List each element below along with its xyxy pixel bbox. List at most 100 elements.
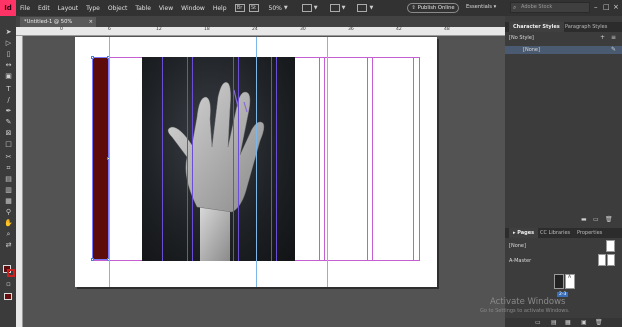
selection-tool-icon[interactable]: ➤ [4, 28, 13, 36]
arrange-documents-icon[interactable] [357, 4, 368, 12]
zoom-tool-icon[interactable]: ⌕ [4, 230, 13, 238]
document-page[interactable] [75, 37, 437, 287]
ruler-guide[interactable] [327, 37, 328, 287]
vertical-ruler[interactable] [16, 36, 23, 327]
tools-panel: ➤ ▷ ▯ ↔ ▣ T / ✒ ✎ ⊠ □ ✂ ⌗ ▤ ▥ ▦ ⚲ ✋ ⌕ ⇄ … [0, 16, 16, 327]
a-master-thumbnail-right[interactable] [607, 254, 615, 266]
page-tool-icon[interactable]: ▯ [4, 50, 13, 58]
ruler-guide[interactable] [109, 37, 110, 287]
stroke-swatch[interactable] [7, 269, 15, 277]
close-tab-icon[interactable]: × [89, 17, 93, 27]
zoom-level[interactable]: 50% [269, 5, 282, 12]
page-2-thumbnail[interactable] [554, 274, 564, 289]
tab-properties[interactable]: Properties [573, 228, 606, 238]
tab-cc-libraries[interactable]: CC Libraries [536, 228, 574, 238]
ruler-guide[interactable] [256, 37, 257, 287]
tab-paragraph-styles[interactable]: Paragraph Styles [561, 22, 611, 32]
rectangle-tool-icon[interactable]: □ [4, 140, 13, 148]
ruler-tick: 42 [396, 27, 402, 32]
stock-icon[interactable]: St [248, 4, 259, 12]
new-style-icon[interactable]: ▭ [593, 216, 599, 223]
column-guide [238, 57, 239, 261]
menu-help[interactable]: Help [209, 5, 231, 12]
minimize-icon[interactable]: – [594, 3, 598, 11]
hand-photo-frame[interactable] [142, 57, 295, 261]
menu-object[interactable]: Object [104, 5, 132, 12]
new-page-add-icon[interactable]: ▣ [581, 319, 587, 326]
frame-handle[interactable] [91, 56, 94, 59]
new-page-icon[interactable]: ▤ [551, 319, 557, 326]
panel-menu-icon[interactable]: ≡ [611, 34, 616, 41]
a-master-label[interactable]: A-Master [509, 258, 531, 264]
chevron-down-icon[interactable]: ▼ [342, 5, 346, 11]
ruler-tick: 48 [444, 27, 450, 32]
delete-icon[interactable]: 🗑 [605, 216, 613, 223]
screen-mode-button[interactable] [4, 293, 12, 300]
margin-guide-right [419, 57, 420, 261]
menu-table[interactable]: Table [131, 5, 155, 12]
chevron-down-icon[interactable]: ▼ [369, 5, 373, 11]
type-tool-icon[interactable]: T [4, 85, 13, 93]
tab-character-styles[interactable]: Character Styles [509, 22, 564, 32]
horizontal-ruler[interactable]: 0 6 12 18 24 30 36 42 48 [16, 27, 505, 36]
content-collector-icon[interactable]: ▣ [4, 72, 13, 80]
move-page-icon[interactable]: ▦ [565, 319, 571, 326]
page-3-thumbnail[interactable]: A [565, 274, 575, 289]
free-transform-tool-icon[interactable]: ⌗ [4, 164, 13, 172]
view-options-icon[interactable] [329, 4, 340, 12]
new-style-group-icon[interactable]: + [600, 34, 605, 41]
chevron-down-icon[interactable]: ▼ [284, 5, 288, 11]
page-size-icon[interactable]: ▭ [535, 319, 541, 326]
adobe-stock-search[interactable]: ⌕ Adobe Stock [510, 2, 590, 13]
workspace-switcher[interactable]: Essentials ▾ [466, 4, 496, 10]
rectangle-frame-tool-icon[interactable]: ⊠ [4, 129, 13, 137]
swap-colors-icon[interactable]: ⇄ [4, 241, 13, 249]
none-master-thumbnail[interactable] [606, 240, 615, 252]
bridge-icon[interactable]: Br [234, 4, 245, 12]
line-tool-icon[interactable]: / [4, 96, 13, 104]
search-icon: ⌕ [513, 4, 517, 11]
pencil-tool-icon[interactable]: ✎ [4, 118, 13, 126]
document-canvas[interactable] [24, 36, 505, 327]
direct-selection-tool-icon[interactable]: ▷ [4, 39, 13, 47]
gradient-swatch-tool-icon[interactable]: ▤ [4, 175, 13, 183]
note-tool-icon[interactable]: ▦ [4, 197, 13, 205]
menu-window[interactable]: Window [177, 5, 209, 12]
column-guide [187, 57, 188, 261]
publish-label: Publish Online [417, 5, 455, 11]
ruler-tick: 24 [252, 27, 258, 32]
maximize-icon[interactable]: □ [603, 3, 610, 11]
none-master-label[interactable]: [None] [509, 243, 526, 249]
frame-handle[interactable] [91, 258, 94, 261]
chevron-down-icon[interactable]: ▼ [314, 5, 318, 11]
tab-pages[interactable]: ▸ Pages [509, 228, 539, 238]
formatting-affects-icon[interactable]: ▫ [4, 280, 13, 288]
gradient-feather-tool-icon[interactable]: ▥ [4, 186, 13, 194]
eyedropper-tool-icon[interactable]: ⚲ [4, 208, 13, 216]
screen-mode-icon[interactable] [301, 4, 312, 12]
delete-page-icon[interactable]: 🗑 [595, 319, 603, 326]
column-guide [162, 57, 163, 261]
publish-online-button[interactable]: ⇧ Publish Online [407, 3, 459, 13]
column-guide [367, 57, 368, 261]
pen-tool-icon[interactable]: ✒ [4, 107, 13, 115]
a-master-thumbnail-left[interactable] [598, 254, 606, 266]
indesign-logo: Id [0, 0, 16, 16]
menu-type[interactable]: Type [82, 5, 104, 12]
menu-edit[interactable]: Edit [34, 5, 54, 12]
search-placeholder: Adobe Stock [521, 4, 553, 10]
ruler-tick: 0 [60, 27, 63, 32]
menu-layout[interactable]: Layout [54, 5, 82, 12]
close-icon[interactable]: × [613, 3, 619, 11]
document-tab[interactable]: *Untitled-1 @ 50% × [20, 17, 96, 27]
ruler-tick: 18 [204, 27, 210, 32]
menu-file[interactable]: File [16, 5, 34, 12]
new-folder-icon[interactable]: ▬ [581, 216, 587, 223]
menu-view[interactable]: View [155, 5, 177, 12]
right-panel-dock: Character Styles Paragraph Styles [No St… [505, 16, 622, 327]
gap-tool-icon[interactable]: ↔ [4, 61, 13, 69]
hand-tool-icon[interactable]: ✋ [4, 219, 13, 227]
scissors-tool-icon[interactable]: ✂ [4, 153, 13, 161]
style-none-label: [None] [523, 47, 540, 53]
style-list-item-selected[interactable]: [None] ✎ [505, 46, 622, 54]
